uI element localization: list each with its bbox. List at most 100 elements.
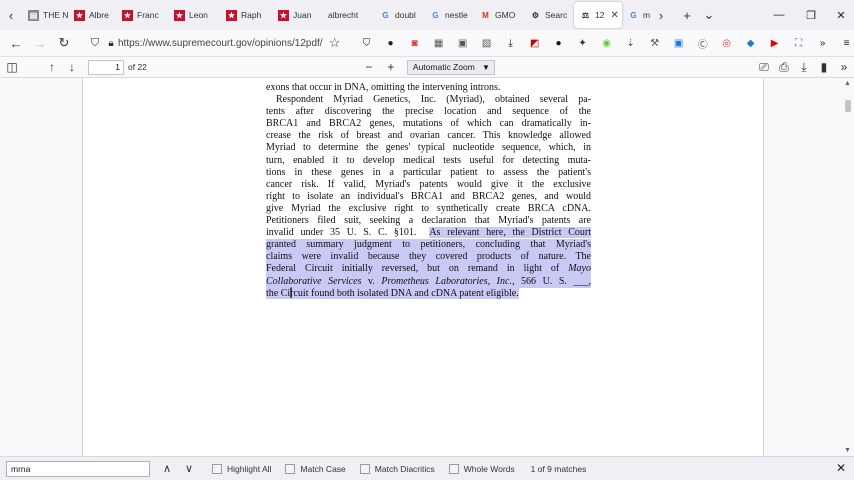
scrollbar-thumb[interactable] xyxy=(845,100,851,112)
screenshot-icon[interactable]: ▣ xyxy=(451,31,475,55)
match-diacritics-checkbox[interactable] xyxy=(359,463,370,474)
window-close-icon[interactable]: ✕ xyxy=(826,0,854,30)
find-previous-icon[interactable]: ∧ xyxy=(158,460,176,478)
match-case-option[interactable]: Match Case xyxy=(285,463,346,474)
tools-menu-icon[interactable]: » xyxy=(834,57,854,77)
bookmark-icon[interactable]: ▮ xyxy=(814,57,834,77)
youtube-icon[interactable]: ▶ xyxy=(763,31,787,55)
previous-page-icon[interactable]: ↑ xyxy=(42,57,62,77)
text-line: give Myriad the exclusive right to synth… xyxy=(266,202,591,214)
tab-label: Franc xyxy=(137,10,159,20)
menu-icon[interactable]: ≡ xyxy=(835,31,854,55)
extension-circle-icon[interactable]: ● xyxy=(379,31,403,55)
blue-diamond-icon[interactable]: ◆ xyxy=(739,31,763,55)
whole-words-option[interactable]: Whole Words xyxy=(448,463,515,474)
tab-9[interactable]: M GMO xyxy=(474,2,524,28)
find-close-icon[interactable]: ✕ xyxy=(832,459,850,477)
find-next-icon[interactable]: ∨ xyxy=(180,460,198,478)
page-number-input[interactable]: 1 xyxy=(88,59,124,75)
tabs-scroll-left-icon[interactable]: ‹ xyxy=(0,0,22,30)
vertical-scrollbar[interactable]: ▲ ▼ xyxy=(842,78,854,456)
tab-7[interactable]: G doubl xyxy=(374,2,424,28)
tab-label: Raph xyxy=(241,10,262,20)
c-extension-icon[interactable]: Ⓒ xyxy=(691,31,715,55)
zoom-out-icon[interactable]: − xyxy=(359,57,379,77)
next-page-icon[interactable]: ↓ xyxy=(62,57,82,77)
download-icon[interactable]: ⤓ xyxy=(499,31,523,55)
text-line: crease the risk of breast and ovarian ca… xyxy=(266,130,591,142)
tab-5[interactable]: ★ Juan xyxy=(272,2,322,28)
zoom-in-icon[interactable]: + xyxy=(381,57,401,77)
google-icon: G xyxy=(432,10,439,20)
whole-words-checkbox[interactable] xyxy=(448,463,459,474)
tab-6[interactable]: albrecht xyxy=(322,2,374,28)
pocket-icon[interactable]: ⛉ xyxy=(355,31,379,55)
text-line: tents after discovering the precise loca… xyxy=(266,106,591,118)
save-icon[interactable]: ⤓ xyxy=(794,57,814,77)
tabs-scroll-right-icon[interactable]: › xyxy=(650,0,672,30)
restore-icon[interactable]: ❐ xyxy=(796,0,826,30)
selected-text-line: claims were invalid because they covered… xyxy=(266,251,591,264)
tab-12[interactable]: G m xyxy=(622,2,650,28)
text-line: cancer risk. If valid, Myriad's patents … xyxy=(266,178,591,190)
reload-icon[interactable]: ↻ xyxy=(52,31,76,55)
bookmark-star-icon[interactable]: ☆ xyxy=(323,31,347,55)
camera-icon[interactable]: ◙ xyxy=(403,31,427,55)
url-text[interactable]: https://www.supremecourt.gov/opinions/12… xyxy=(118,38,323,49)
tab-1[interactable]: ★ Albre xyxy=(68,2,116,28)
translate-icon[interactable]: ⛶ xyxy=(787,31,811,55)
tab-label: Leon xyxy=(189,10,208,20)
tab-11-active[interactable]: ⚖ 12 ✕ xyxy=(574,2,622,28)
close-tab-icon[interactable]: ✕ xyxy=(610,10,618,21)
minimize-icon[interactable]: — xyxy=(764,0,794,30)
more-tools-icon[interactable]: » xyxy=(811,31,835,55)
zoom-select[interactable]: Automatic Zoom ▼ xyxy=(406,59,495,75)
tab-3[interactable]: ★ Leon xyxy=(168,2,220,28)
forward-icon[interactable]: → xyxy=(28,31,52,55)
tab-4[interactable]: ★ Raph xyxy=(220,2,272,28)
flag-star-icon: ★ xyxy=(278,9,289,21)
blue-square-icon[interactable]: ▣ xyxy=(667,31,691,55)
url-bar[interactable]: ⛉ 🔒︎ https://www.supremecourt.gov/opinio… xyxy=(82,32,323,54)
document-icon: ▤ xyxy=(28,9,39,21)
tab-label: m xyxy=(643,10,650,20)
gear-icon: ⚙ xyxy=(531,10,540,20)
highlight-all-option[interactable]: Highlight All xyxy=(212,463,271,474)
puzzle-icon[interactable]: ✦ xyxy=(571,31,595,55)
document-text[interactable]: exons that occur in DNA, omitting the in… xyxy=(266,82,592,300)
shield-icon[interactable]: ⛉ xyxy=(86,31,104,55)
match-case-checkbox[interactable] xyxy=(285,463,296,474)
text-line: Respondent Myriad Genetics, Inc. (Myriad… xyxy=(276,94,591,106)
print-icon[interactable]: ⎙ xyxy=(774,57,794,77)
pdf-toolbar: ◫ ↑ ↓ 1 of 22 − + Automatic Zoom ▼ ⎚ ⎙ ⤓… xyxy=(0,57,854,78)
record-icon[interactable]: ● xyxy=(547,31,571,55)
tab-2[interactable]: ★ Franc xyxy=(116,2,168,28)
tools-icon[interactable]: ⚒ xyxy=(643,31,667,55)
text-line: Petitioners filed suit, seeking a declar… xyxy=(266,215,591,227)
lock-icon[interactable]: 🔒︎ xyxy=(104,31,118,55)
gmail-icon: M xyxy=(482,10,489,20)
arrow-down-icon[interactable]: ⇣ xyxy=(619,31,643,55)
match-diacritics-label: Match Diacritics xyxy=(374,463,435,474)
pdf-icon[interactable]: ◩ xyxy=(523,31,547,55)
find-input[interactable]: mrna xyxy=(6,460,150,477)
grid-icon[interactable]: ▦ xyxy=(427,31,451,55)
highlight-all-checkbox[interactable] xyxy=(212,463,222,474)
presentation-mode-icon[interactable]: ⎚ xyxy=(754,57,774,77)
tab-0[interactable]: ▤ THE N xyxy=(22,2,68,28)
back-icon[interactable]: ← xyxy=(4,31,28,55)
green-extension-icon[interactable]: ◉ xyxy=(595,31,619,55)
match-diacritics-option[interactable]: Match Diacritics xyxy=(359,463,435,474)
flag-star-icon: ★ xyxy=(226,9,237,21)
list-all-tabs-icon[interactable]: ⌄ xyxy=(698,0,720,30)
image-icon[interactable]: ▨ xyxy=(475,31,499,55)
new-tab-icon[interactable]: + xyxy=(676,0,698,30)
tab-10[interactable]: ⚙ Searc xyxy=(524,2,574,28)
google-icon: G xyxy=(630,10,637,20)
scroll-down-icon[interactable]: ▼ xyxy=(844,447,851,454)
scroll-up-icon[interactable]: ▲ xyxy=(844,80,851,87)
sidebar-toggle-icon[interactable]: ◫ xyxy=(2,57,22,77)
tab-8[interactable]: G nestle xyxy=(424,2,474,28)
color-picker-icon[interactable]: ◎ xyxy=(715,31,739,55)
pdf-viewer[interactable]: exons that occur in DNA, omitting the in… xyxy=(0,78,854,456)
